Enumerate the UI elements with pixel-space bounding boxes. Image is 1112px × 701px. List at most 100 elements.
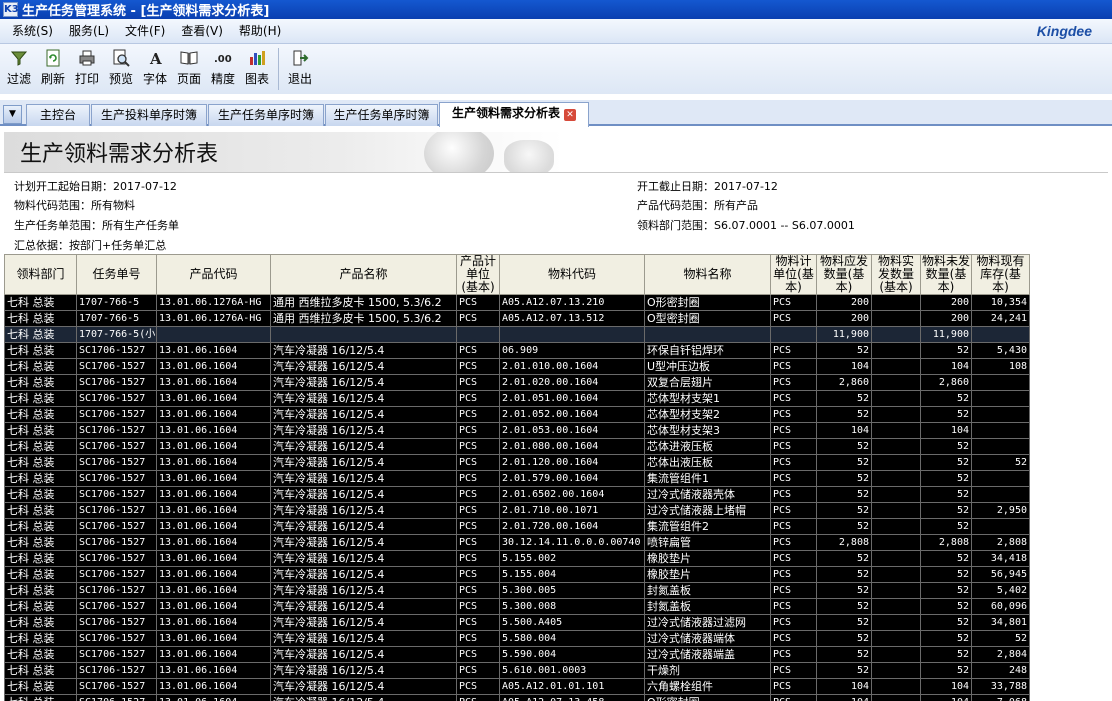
cell-product-unit[interactable]: PCS (456, 358, 500, 375)
cell-material-unit[interactable]: PCS (770, 390, 817, 407)
cell-product-code[interactable]: 13.01.06.1604 (156, 486, 271, 503)
cell-material-name[interactable]: 集流管组件1 (644, 470, 771, 487)
cell-product-unit[interactable]: PCS (456, 310, 500, 327)
cell-stock-on-hand[interactable]: 108 (971, 358, 1030, 375)
cell-product-name[interactable]: 汽车冷凝器 16/12/5.4 (270, 598, 457, 615)
cell-product-code[interactable]: 13.01.06.1276A-HG (156, 310, 271, 327)
cell-task-no[interactable]: 1707-766-5 (76, 310, 157, 327)
cell-qty-required[interactable]: 2,808 (816, 534, 872, 551)
table-row[interactable]: 七科 总装SC1706-152713.01.06.1604汽车冷凝器 16/12… (4, 406, 1030, 423)
cell-task-no[interactable]: SC1706-1527 (76, 502, 157, 519)
cell-product-unit[interactable]: PCS (456, 662, 500, 679)
cell-material-name[interactable]: 橡胶垫片 (644, 550, 771, 567)
table-row[interactable]: 七科 总装SC1706-152713.01.06.1604汽车冷凝器 16/12… (4, 630, 1030, 647)
cell-product-code[interactable]: 13.01.06.1604 (156, 614, 271, 631)
cell-material-unit[interactable]: PCS (770, 486, 817, 503)
cell-product-name[interactable]: 汽车冷凝器 16/12/5.4 (270, 518, 457, 535)
cell-task-no[interactable]: SC1706-1527 (76, 390, 157, 407)
cell-stock-on-hand[interactable]: 248 (971, 662, 1030, 679)
preview-button[interactable]: 预览 (104, 44, 138, 92)
cell-material-code[interactable]: 2.01.053.00.1604 (499, 422, 645, 439)
cell-product-unit[interactable]: PCS (456, 438, 500, 455)
cell-dept[interactable]: 七科 总装 (4, 326, 77, 343)
cell-qty-unissued[interactable]: 52 (920, 550, 972, 567)
cell-qty-required[interactable]: 52 (816, 438, 872, 455)
menu-service[interactable]: 服务(L) (61, 20, 117, 42)
cell-qty-unissued[interactable]: 52 (920, 662, 972, 679)
column-header-qty-required[interactable]: 物料应发数量(基本) (816, 254, 872, 295)
cell-product-unit[interactable]: PCS (456, 342, 500, 359)
cell-product-unit[interactable]: PCS (456, 582, 500, 599)
cell-stock-on-hand[interactable]: 34,801 (971, 614, 1030, 631)
cell-task-no[interactable]: SC1706-1527 (76, 470, 157, 487)
cell-product-unit[interactable]: PCS (456, 422, 500, 439)
cell-material-unit[interactable]: PCS (770, 646, 817, 663)
column-header-task-no[interactable]: 任务单号 (76, 254, 157, 295)
cell-material-name[interactable]: 芯体进液压板 (644, 438, 771, 455)
cell-task-no[interactable]: SC1706-1527 (76, 518, 157, 535)
cell-material-unit[interactable]: PCS (770, 422, 817, 439)
cell-product-code[interactable]: 13.01.06.1604 (156, 422, 271, 439)
cell-dept[interactable]: 七科 总装 (4, 694, 77, 701)
cell-material-code[interactable]: 5.500.A405 (499, 614, 645, 631)
cell-qty-required[interactable]: 52 (816, 342, 872, 359)
cell-qty-unissued[interactable]: 52 (920, 438, 972, 455)
cell-qty-issued[interactable] (871, 646, 921, 663)
cell-material-name[interactable]: 芯体型材支架3 (644, 422, 771, 439)
cell-material-name[interactable]: 芯体型材支架2 (644, 406, 771, 423)
cell-product-name[interactable]: 汽车冷凝器 16/12/5.4 (270, 374, 457, 391)
cell-material-name[interactable]: 过冷式储液器壳体 (644, 486, 771, 503)
cell-material-unit[interactable]: PCS (770, 614, 817, 631)
cell-dept[interactable]: 七科 总装 (4, 534, 77, 551)
cell-dept[interactable]: 七科 总装 (4, 390, 77, 407)
table-row[interactable]: 七科 总装SC1706-152713.01.06.1604汽车冷凝器 16/12… (4, 518, 1030, 535)
cell-product-name[interactable]: 通用 西维拉多皮卡 1500, 5.3/6.2 (270, 310, 457, 327)
cell-qty-required[interactable]: 52 (816, 630, 872, 647)
cell-qty-unissued[interactable]: 52 (920, 454, 972, 471)
cell-product-code[interactable]: 13.01.06.1604 (156, 646, 271, 663)
column-header-dept[interactable]: 领料部门 (4, 254, 77, 295)
cell-material-code[interactable]: 5.580.004 (499, 630, 645, 647)
cell-qty-unissued[interactable]: 52 (920, 486, 972, 503)
cell-product-name[interactable]: 汽车冷凝器 16/12/5.4 (270, 630, 457, 647)
cell-product-name[interactable]: 汽车冷凝器 16/12/5.4 (270, 390, 457, 407)
filter-button[interactable]: 过滤 (2, 44, 36, 92)
cell-qty-issued[interactable] (871, 486, 921, 503)
cell-dept[interactable]: 七科 总装 (4, 582, 77, 599)
cell-stock-on-hand[interactable]: 33,788 (971, 678, 1030, 695)
cell-product-code[interactable]: 13.01.06.1604 (156, 358, 271, 375)
menu-system[interactable]: 系统(S) (4, 20, 61, 42)
cell-product-code[interactable]: 13.01.06.1604 (156, 390, 271, 407)
cell-qty-unissued[interactable]: 52 (920, 470, 972, 487)
cell-qty-required[interactable]: 2,860 (816, 374, 872, 391)
cell-task-no[interactable]: SC1706-1527 (76, 646, 157, 663)
cell-dept[interactable]: 七科 总装 (4, 518, 77, 535)
print-button[interactable]: 打印 (70, 44, 104, 92)
cell-dept[interactable]: 七科 总装 (4, 342, 77, 359)
cell-product-unit[interactable]: PCS (456, 598, 500, 615)
cell-material-unit[interactable]: PCS (770, 294, 817, 311)
cell-qty-required[interactable]: 52 (816, 550, 872, 567)
cell-material-unit[interactable] (770, 326, 817, 343)
cell-material-name[interactable]: O型密封圈 (644, 310, 771, 327)
cell-product-name[interactable]: 汽车冷凝器 16/12/5.4 (270, 646, 457, 663)
cell-dept[interactable]: 七科 总装 (4, 630, 77, 647)
cell-task-no[interactable]: SC1706-1527 (76, 678, 157, 695)
table-row[interactable]: 七科 总装SC1706-152713.01.06.1604汽车冷凝器 16/12… (4, 534, 1030, 551)
cell-material-code[interactable]: 2.01.020.00.1604 (499, 374, 645, 391)
table-row[interactable]: 七科 总装SC1706-152713.01.06.1604汽车冷凝器 16/12… (4, 662, 1030, 679)
cell-product-name[interactable]: 汽车冷凝器 16/12/5.4 (270, 454, 457, 471)
cell-qty-required[interactable]: 52 (816, 390, 872, 407)
cell-product-name[interactable]: 汽车冷凝器 16/12/5.4 (270, 694, 457, 701)
cell-material-code[interactable]: 5.155.004 (499, 566, 645, 583)
table-row[interactable]: 七科 总装SC1706-152713.01.06.1604汽车冷凝器 16/12… (4, 550, 1030, 567)
page-button[interactable]: 页面 (172, 44, 206, 92)
table-row[interactable]: 七科 总装SC1706-152713.01.06.1604汽车冷凝器 16/12… (4, 358, 1030, 375)
cell-qty-issued[interactable] (871, 438, 921, 455)
cell-product-unit[interactable]: PCS (456, 294, 500, 311)
cell-task-no[interactable]: SC1706-1527 (76, 422, 157, 439)
cell-dept[interactable]: 七科 总装 (4, 662, 77, 679)
cell-qty-issued[interactable] (871, 598, 921, 615)
cell-material-code[interactable]: 2.01.052.00.1604 (499, 406, 645, 423)
cell-task-no[interactable]: SC1706-1527 (76, 358, 157, 375)
